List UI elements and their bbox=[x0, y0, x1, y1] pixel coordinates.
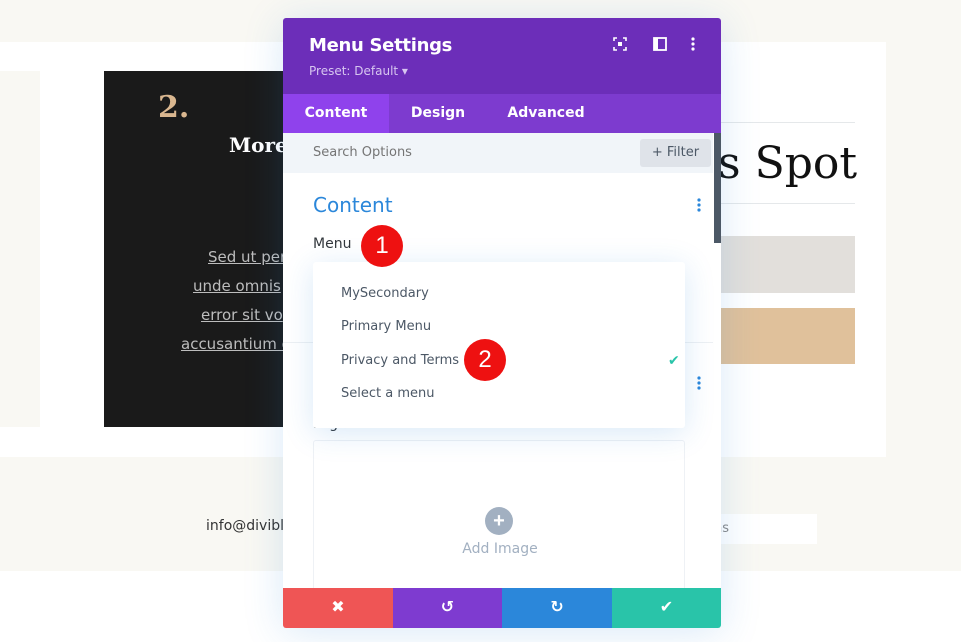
gray-block bbox=[720, 236, 855, 293]
tab-advanced[interactable]: Advanced bbox=[487, 94, 605, 133]
redo-button[interactable]: ↻ bbox=[502, 588, 612, 628]
preset-selector[interactable]: Preset: Default ▾ bbox=[309, 64, 408, 78]
dark-card-link[interactable]: accusantium d bbox=[181, 335, 291, 353]
search-bar: + Filter bbox=[283, 133, 713, 173]
modal-title: Menu Settings bbox=[309, 35, 453, 56]
section-options-icon[interactable] bbox=[696, 198, 702, 214]
left-card bbox=[0, 71, 40, 427]
section-title-content[interactable]: Content bbox=[313, 193, 393, 217]
menu-option[interactable]: MySecondary bbox=[341, 283, 661, 305]
menu-option[interactable]: Primary Menu bbox=[341, 316, 661, 338]
tab-design[interactable]: Design bbox=[389, 94, 487, 133]
save-button[interactable]: ✔ bbox=[612, 588, 721, 628]
dark-card-link[interactable]: unde omnis bbox=[193, 277, 281, 295]
modal-header: Menu Settings Preset: Default ▾ bbox=[283, 18, 721, 94]
section-options-icon[interactable] bbox=[696, 376, 702, 392]
add-image-label[interactable]: Add Image bbox=[314, 541, 686, 557]
search-options-input[interactable] bbox=[313, 145, 593, 160]
add-image-icon[interactable]: + bbox=[485, 507, 513, 535]
menu-option-label: Privacy and Terms bbox=[341, 353, 460, 368]
sidebar-toggle-icon[interactable] bbox=[651, 37, 669, 55]
scrollbar[interactable] bbox=[714, 133, 721, 243]
dark-card-number: 2. bbox=[158, 90, 190, 125]
annotation-badge-1: 1 bbox=[361, 225, 403, 267]
menu-option-label: Select a menu bbox=[341, 386, 435, 401]
heading-divider-top bbox=[720, 122, 855, 123]
section-heading: s Spot bbox=[718, 138, 858, 189]
filter-button[interactable]: + Filter bbox=[640, 139, 711, 167]
page-right-band bbox=[886, 0, 961, 457]
menu-option-label: MySecondary bbox=[341, 286, 429, 301]
checkmark-icon: ✔ bbox=[668, 353, 680, 369]
discard-button[interactable]: ✖ bbox=[283, 588, 393, 628]
tab-content[interactable]: Content bbox=[283, 94, 389, 133]
heading-divider-bottom bbox=[720, 203, 855, 204]
menu-field-label: Menu bbox=[313, 236, 352, 252]
logo-upload[interactable]: + Add Image bbox=[313, 440, 685, 600]
focus-icon[interactable] bbox=[611, 37, 629, 55]
modal-tabs: Content Design Advanced bbox=[283, 94, 721, 133]
more-options-icon[interactable] bbox=[684, 37, 702, 55]
tan-block bbox=[720, 308, 855, 364]
dark-card-link[interactable]: error sit vo bbox=[201, 306, 283, 324]
annotation-badge-2: 2 bbox=[464, 339, 506, 381]
dark-card-link[interactable]: Sed ut per bbox=[208, 248, 286, 266]
footer-email[interactable]: info@divibl bbox=[206, 518, 284, 534]
undo-button[interactable]: ↺ bbox=[393, 588, 502, 628]
menu-option[interactable]: Select a menu bbox=[341, 383, 661, 405]
menu-option-label: Primary Menu bbox=[341, 319, 432, 334]
